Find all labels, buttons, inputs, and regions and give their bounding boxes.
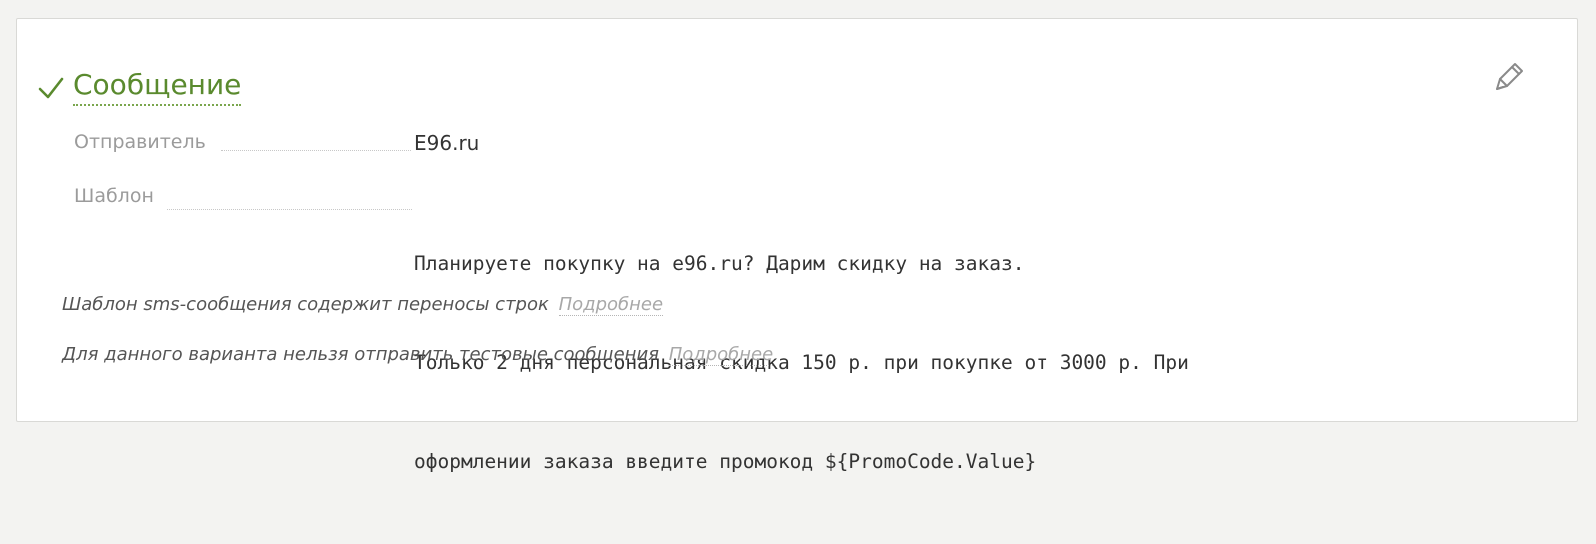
sender-label: Отправитель (74, 131, 414, 155)
pen-icon[interactable] (1491, 59, 1527, 95)
test-messages-note: Для данного варианта нельзя отправить те… (62, 344, 774, 366)
message-card: Сообщение Отправитель E96.ru Шаблон План… (16, 18, 1578, 473)
section-title[interactable]: Сообщение (73, 67, 242, 106)
template-line: оформлении заказа введите промокод ${Pro… (414, 450, 1037, 473)
sender-row: Отправитель E96.ru (74, 131, 479, 155)
sender-value: E96.ru (414, 131, 480, 155)
section-header: Сообщение (37, 67, 242, 106)
line-breaks-note: Шаблон sms-сообщения содержит переносы с… (62, 294, 664, 316)
more-link[interactable]: Подробнее (668, 344, 774, 366)
template-line: Планируете покупку на e96.ru? Дарим скид… (414, 252, 1025, 275)
check-icon (38, 77, 64, 98)
more-link[interactable]: Подробнее (558, 294, 664, 316)
